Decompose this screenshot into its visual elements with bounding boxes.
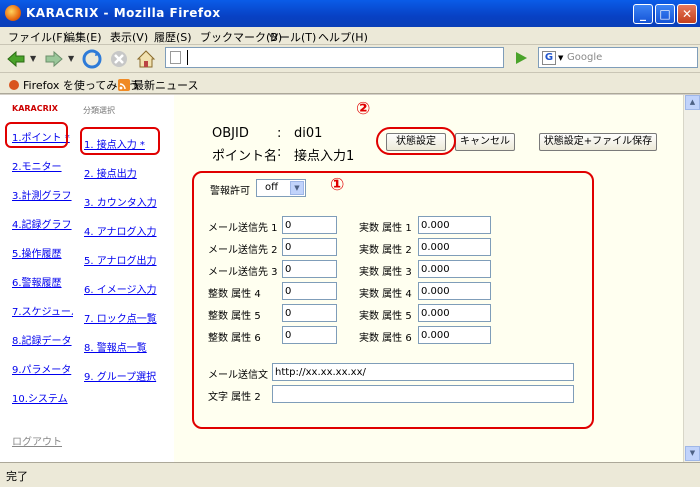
forward-dropdown-icon[interactable]: ▼ bbox=[68, 54, 74, 63]
annotation-highlight-contact-input bbox=[80, 127, 160, 155]
menu-history[interactable]: 履歴(S) bbox=[154, 29, 192, 45]
menu-help[interactable]: ヘルプ(H) bbox=[318, 29, 368, 45]
objid-separator: : bbox=[277, 126, 282, 141]
annotation-number-one: ① bbox=[330, 175, 345, 195]
sidebar-item-record-graph[interactable]: 4.記録グラフ bbox=[12, 216, 72, 231]
brand-label: KARACRIX bbox=[12, 104, 58, 113]
category-item-alarm-list[interactable]: 8. 警報点一覧 bbox=[84, 339, 147, 354]
home-icon[interactable] bbox=[136, 49, 156, 69]
close-button[interactable]: ✕ bbox=[677, 4, 697, 24]
rss-icon bbox=[118, 79, 130, 91]
status-text: 完了 bbox=[6, 470, 28, 483]
annotation-number-two: ② bbox=[356, 99, 371, 119]
state-set-file-save-button[interactable]: 状態設定+ファイル保存 bbox=[539, 133, 657, 151]
sidebar-item-system[interactable]: 10.システム bbox=[12, 390, 68, 405]
menu-file[interactable]: ファイル(F) bbox=[8, 29, 67, 45]
window-title: KARACRIX - Mozilla Firefox bbox=[26, 6, 221, 20]
sidebar-item-schedule[interactable]: 7.スケジュール bbox=[12, 303, 81, 318]
page-content: KARACRIX 1.ポイント * 2.モニター 3.計測グラフ 4.記録グラフ… bbox=[0, 95, 683, 462]
go-icon[interactable] bbox=[512, 49, 530, 67]
category-item-image-input[interactable]: 6. イメージ入力 bbox=[84, 281, 157, 296]
title-bar: KARACRIX - Mozilla Firefox _ □ ✕ bbox=[0, 0, 700, 27]
menu-view[interactable]: 表示(V) bbox=[110, 29, 148, 45]
vertical-scrollbar[interactable]: ▲ ▼ bbox=[683, 95, 700, 462]
scroll-up-icon[interactable]: ▲ bbox=[685, 95, 700, 110]
search-placeholder: Google bbox=[567, 52, 603, 63]
annotation-highlight-point-menu bbox=[5, 122, 68, 148]
logout-link[interactable]: ログアウト bbox=[12, 433, 62, 448]
category-item-analog-output[interactable]: 5. アナログ出力 bbox=[84, 252, 157, 267]
cancel-button[interactable]: キャンセル bbox=[455, 133, 515, 151]
bookmark-label: 最新ニュース bbox=[133, 79, 199, 92]
minimize-button[interactable]: _ bbox=[633, 4, 653, 24]
point-name-label: ポイント名 bbox=[212, 149, 278, 164]
point-name-value: 接点入力1 bbox=[294, 149, 355, 164]
sidebar-item-parameter[interactable]: 9.パラメータ bbox=[12, 361, 71, 376]
google-icon[interactable]: G bbox=[542, 51, 556, 65]
search-input[interactable]: G ▼ Google bbox=[538, 47, 698, 68]
url-bar[interactable] bbox=[165, 47, 504, 68]
category-item-contact-output[interactable]: 2. 接点出力 bbox=[84, 165, 137, 180]
sidebar-item-record-data[interactable]: 8.記録データ bbox=[12, 332, 72, 347]
menu-tools[interactable]: ツール(T) bbox=[268, 29, 316, 45]
search-engine-dropdown-icon[interactable]: ▼ bbox=[558, 54, 563, 62]
point-name-separator: : bbox=[277, 145, 282, 160]
objid-label: OBJID bbox=[212, 126, 249, 141]
sidebar-item-alarm-history[interactable]: 6.警報履歴 bbox=[12, 274, 62, 289]
status-bar: 完了 bbox=[0, 462, 700, 487]
category-item-lock-list[interactable]: 7. ロック点一覧 bbox=[84, 310, 157, 325]
annotation-highlight-form bbox=[192, 171, 594, 429]
page-icon bbox=[170, 51, 181, 64]
bookmark-latest-news[interactable]: 最新ニュース bbox=[118, 77, 198, 93]
main-menu-sidebar: KARACRIX 1.ポイント * 2.モニター 3.計測グラフ 4.記録グラフ… bbox=[0, 95, 81, 462]
objid-value: di01 bbox=[294, 126, 323, 141]
back-dropdown-icon[interactable]: ▼ bbox=[30, 54, 36, 63]
text-caret bbox=[187, 50, 188, 65]
firefox-logo-icon bbox=[5, 5, 21, 21]
menu-edit[interactable]: 編集(E) bbox=[64, 29, 102, 45]
category-item-group-select[interactable]: 9. グループ選択 bbox=[84, 368, 156, 383]
bookmarks-toolbar: Firefox を使ってみよう 最新ニュース bbox=[0, 72, 700, 94]
category-heading: 分類選択 bbox=[83, 106, 115, 115]
firefox-bookmark-icon bbox=[9, 80, 19, 90]
maximize-button[interactable]: □ bbox=[655, 4, 675, 24]
annotation-highlight-state-button bbox=[376, 127, 456, 155]
scroll-down-icon[interactable]: ▼ bbox=[685, 446, 700, 461]
back-icon[interactable] bbox=[6, 49, 26, 69]
menu-bar: ファイル(F) 編集(E) 表示(V) 履歴(S) ブックマーク(B) ツール(… bbox=[0, 27, 700, 45]
forward-icon[interactable] bbox=[44, 49, 64, 69]
sidebar-item-monitor[interactable]: 2.モニター bbox=[12, 158, 62, 173]
category-item-analog-input[interactable]: 4. アナログ入力 bbox=[84, 223, 157, 238]
sidebar-item-measure-graph[interactable]: 3.計測グラフ bbox=[12, 187, 72, 202]
sidebar-item-operation-history[interactable]: 5.操作履歴 bbox=[12, 245, 62, 260]
category-item-counter-input[interactable]: 3. カウンタ入力 bbox=[84, 194, 157, 209]
stop-icon[interactable] bbox=[109, 49, 129, 69]
reload-icon[interactable] bbox=[82, 49, 102, 69]
